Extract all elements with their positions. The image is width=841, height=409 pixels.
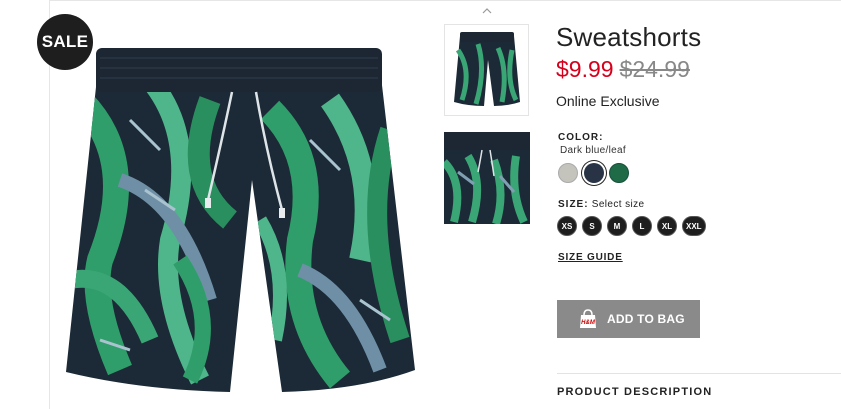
size-option-xs[interactable]: XS: [557, 216, 577, 236]
selected-color-name: Dark blue/leaf: [560, 145, 626, 156]
thumbnail-detail[interactable]: [444, 132, 530, 224]
online-exclusive-label: Online Exclusive: [556, 93, 660, 109]
size-option-xl[interactable]: XL: [657, 216, 677, 236]
size-guide-link[interactable]: SIZE GUIDE: [558, 252, 623, 263]
color-swatch-light-gray[interactable]: [558, 163, 578, 183]
section-divider: [557, 373, 841, 374]
size-option-m[interactable]: M: [607, 216, 627, 236]
size-label-heading: SIZE:: [558, 199, 589, 210]
size-option-xxl[interactable]: XXL: [682, 216, 706, 236]
original-price: $24.99: [619, 56, 690, 82]
bag-logo-text: H&M: [581, 320, 596, 326]
page-border-top: [49, 0, 841, 1]
size-hint: Select size: [591, 199, 645, 210]
chevron-up-icon[interactable]: [482, 7, 492, 15]
size-label: SIZE: Select size: [558, 199, 645, 210]
product-description-heading[interactable]: PRODUCT DESCRIPTION: [557, 386, 712, 398]
thumbnail-front[interactable]: [444, 24, 529, 116]
add-to-bag-label: ADD TO BAG: [607, 312, 685, 326]
product-main-image[interactable]: [60, 40, 430, 405]
thumbnail-detail-image: [444, 132, 530, 224]
thumbnail-front-image: [453, 32, 520, 106]
color-swatch-dark-blue-leaf[interactable]: [584, 163, 604, 183]
sale-badge: SALE: [37, 14, 93, 70]
sale-price: $9.99: [556, 56, 614, 82]
color-label: COLOR:: [558, 132, 604, 143]
color-swatch-green[interactable]: [609, 163, 629, 183]
size-option-s[interactable]: S: [582, 216, 602, 236]
size-selector: XS S M L XL XXL: [557, 216, 706, 236]
add-to-bag-button[interactable]: H&M ADD TO BAG: [557, 300, 700, 338]
sale-badge-label: SALE: [41, 32, 89, 51]
size-option-l[interactable]: L: [632, 216, 652, 236]
shopping-bag-icon: H&M: [580, 309, 596, 328]
price-row: $9.99 $24.99: [556, 56, 690, 83]
product-title: Sweatshorts: [556, 22, 702, 52]
